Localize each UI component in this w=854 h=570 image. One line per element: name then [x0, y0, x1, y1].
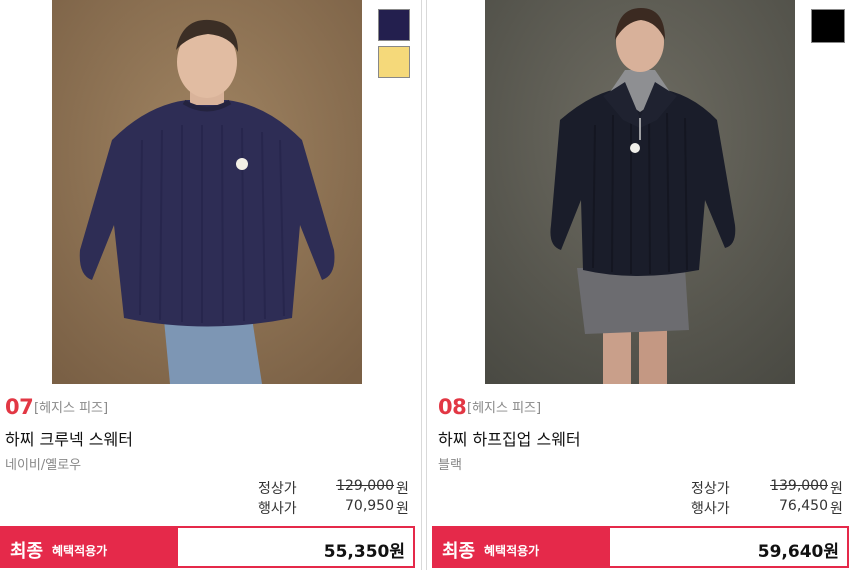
product-color: 네이비/옐로우 [5, 458, 82, 473]
final-tag-label: 최종 [442, 541, 476, 562]
brand-label: [헤지스 피즈] [467, 401, 542, 416]
product-name[interactable]: 하찌 크루넥 스웨터 [5, 426, 133, 450]
final-price-tag: 최종 혜택적용가 [2, 528, 178, 566]
final-price-bar: 최종 혜택적용가 59,640원 [432, 526, 849, 568]
product-number: 08 [438, 395, 467, 419]
sale-price-value: 70,950 [345, 498, 394, 514]
final-price-tag: 최종 혜택적용가 [434, 528, 610, 566]
sale-price-value: 76,450 [779, 498, 828, 514]
product-color: 블랙 [438, 458, 462, 473]
final-price-value: 59,640원 [757, 542, 839, 562]
final-price-bar: 최종 혜택적용가 55,350원 [0, 526, 415, 568]
currency-label: 원 [396, 501, 409, 517]
product-number: 07 [5, 395, 34, 419]
color-swatch-yellow[interactable] [378, 46, 410, 78]
final-price-value: 55,350원 [323, 542, 405, 562]
brand-label: [헤지스 피즈] [34, 401, 109, 416]
regular-price-value: 139,000 [770, 478, 828, 494]
model-photo-crewneck [52, 0, 362, 384]
product-card[interactable]: 07 [헤지스 피즈] 하찌 크루넥 스웨터 네이비/옐로우 정상가 129,0… [0, 0, 422, 570]
product-image[interactable] [485, 0, 795, 384]
color-swatch-black[interactable] [811, 9, 845, 43]
product-card[interactable]: 08 [헤지스 피즈] 하찌 하프집업 스웨터 블랙 정상가 139,000 원… [426, 0, 854, 570]
currency-label: 원 [830, 501, 843, 517]
currency-label: 원 [830, 481, 843, 497]
model-photo-halfzip [485, 0, 795, 384]
final-tag-label: 최종 [10, 541, 44, 562]
product-name[interactable]: 하찌 하프집업 스웨터 [438, 426, 581, 450]
final-sub-label: 혜택적용가 [52, 544, 108, 558]
regular-price-value: 129,000 [336, 478, 394, 494]
product-image[interactable] [52, 0, 362, 384]
color-swatch-navy[interactable] [378, 9, 410, 41]
final-sub-label: 혜택적용가 [484, 544, 540, 558]
currency-label: 원 [396, 481, 409, 497]
